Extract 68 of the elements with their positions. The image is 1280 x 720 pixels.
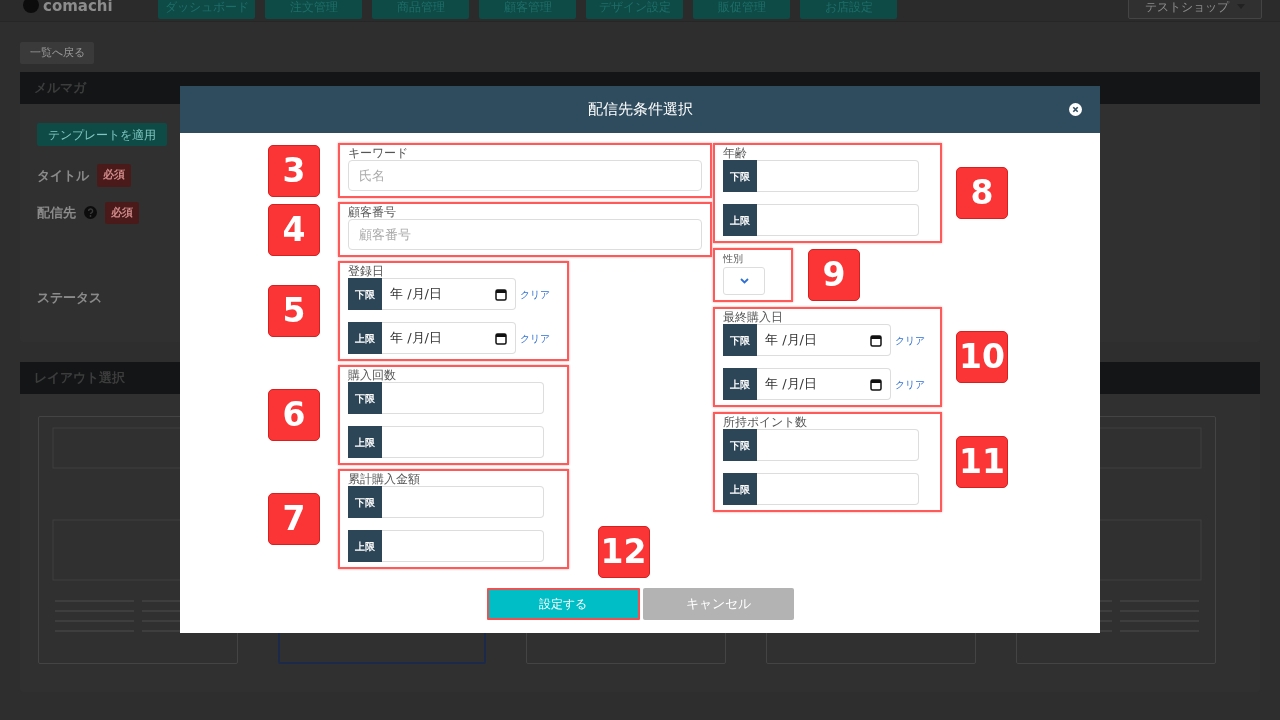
calendar-icon xyxy=(870,377,882,391)
back-button[interactable]: 一覧へ戻る xyxy=(20,42,94,64)
date-field[interactable]: 年 /月/日 xyxy=(382,278,516,310)
clear-link[interactable]: クリア xyxy=(520,286,550,302)
help-icon xyxy=(84,206,97,220)
field-label: 年齢 xyxy=(723,147,748,160)
field-label: ステータス xyxy=(37,289,102,307)
calendar-icon xyxy=(870,333,882,347)
number-field[interactable] xyxy=(757,429,919,461)
range-addon: 上限 xyxy=(723,204,757,236)
text-field[interactable]: 顧客番号 xyxy=(348,219,702,250)
field-label: 顧客番号 xyxy=(348,206,397,219)
chevron-icon xyxy=(739,278,749,284)
field-label: タイトル xyxy=(37,166,89,185)
annotation-badge: 4 xyxy=(268,203,320,256)
range-addon: 上限 xyxy=(348,426,382,458)
range-addon: 下限 xyxy=(348,278,382,310)
annotation-badge: 12 xyxy=(597,526,650,578)
number-field[interactable] xyxy=(382,382,544,414)
field-label: 配信先 xyxy=(37,204,76,222)
date-field[interactable]: 年 /月/日 xyxy=(382,322,516,354)
annotation-badge: 10 xyxy=(956,331,1008,383)
range-addon: 下限 xyxy=(348,382,382,414)
number-field[interactable] xyxy=(382,530,544,562)
range-addon: 上限 xyxy=(723,368,757,400)
annotation-badge: 8 xyxy=(956,167,1008,219)
range-addon: 上限 xyxy=(348,322,382,354)
modal-title: 配信先条件選択 xyxy=(587,99,693,121)
field-label: 購入回数 xyxy=(348,369,397,382)
field-label: キーワード xyxy=(348,147,409,160)
range-addon: 下限 xyxy=(723,429,757,461)
field-label: 登録日 xyxy=(348,265,385,278)
number-field[interactable] xyxy=(382,426,544,458)
submit-button[interactable]: 設定する xyxy=(486,588,640,620)
number-field[interactable] xyxy=(757,473,919,505)
range-addon: 上限 xyxy=(723,473,757,505)
text-field[interactable]: 氏名 xyxy=(348,160,702,191)
number-field[interactable] xyxy=(382,486,544,518)
number-field[interactable] xyxy=(757,160,919,192)
calendar-icon xyxy=(495,287,507,301)
clear-link[interactable]: クリア xyxy=(895,376,925,392)
required-badge: 必須 xyxy=(105,201,139,224)
annotation-badge: 6 xyxy=(268,389,320,441)
range-addon: 下限 xyxy=(723,324,757,356)
range-addon: 上限 xyxy=(348,530,382,562)
annotation-badge: 3 xyxy=(268,144,320,197)
logo-text: comachi xyxy=(43,0,113,18)
annotation-badge: 5 xyxy=(268,285,320,337)
field-label: 最終購入日 xyxy=(723,311,784,324)
date-field[interactable]: 年 /月/日 xyxy=(757,324,891,356)
field-label: 累計購入金額 xyxy=(348,473,421,486)
calendar-icon xyxy=(495,331,507,345)
date-field[interactable]: 年 /月/日 xyxy=(757,368,891,400)
close-icon[interactable] xyxy=(1069,103,1082,116)
field-label: 所持ポイント数 xyxy=(723,416,808,429)
field-label: 性別 xyxy=(723,252,744,265)
annotation-badge: 9 xyxy=(808,249,860,301)
range-addon: 下限 xyxy=(723,160,757,192)
template-button[interactable]: テンプレートを適用 xyxy=(37,123,167,146)
select-field[interactable] xyxy=(723,267,765,295)
number-field[interactable] xyxy=(757,204,919,236)
clear-link[interactable]: クリア xyxy=(520,330,550,346)
annotation-badge: 11 xyxy=(956,436,1008,488)
required-badge: 必須 xyxy=(97,164,131,187)
clear-link[interactable]: クリア xyxy=(895,332,925,348)
shop-menu[interactable]: テストショップ xyxy=(1128,0,1262,19)
annotation-badge: 7 xyxy=(268,493,320,545)
range-addon: 下限 xyxy=(348,486,382,518)
